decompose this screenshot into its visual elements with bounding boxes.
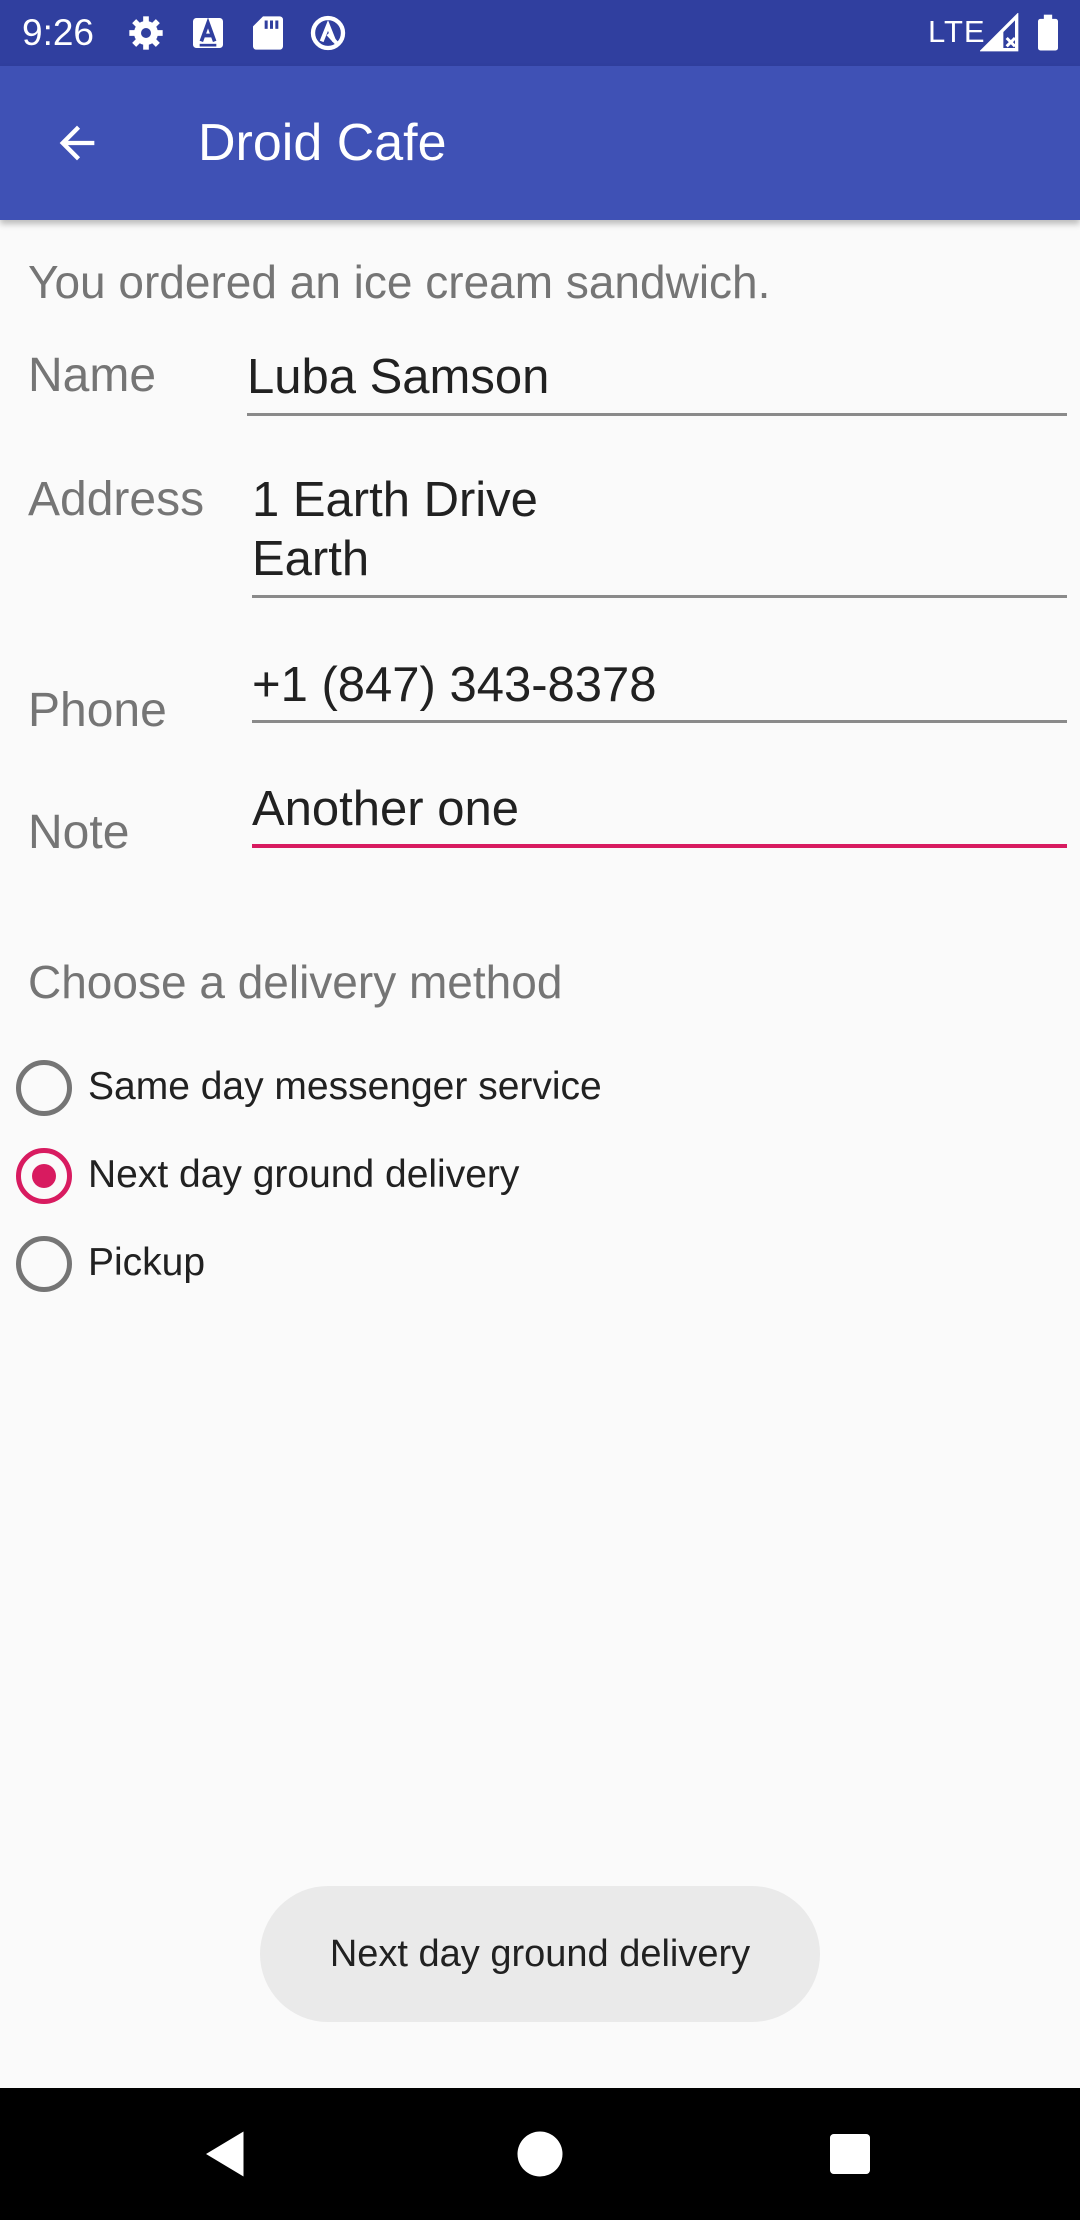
home-circle-icon [517, 2131, 563, 2177]
address-label: Address [28, 473, 205, 526]
sd-card-icon [253, 16, 283, 50]
recents-square-icon [830, 2134, 870, 2174]
phone-field[interactable] [252, 654, 1067, 716]
note-label: Note [28, 806, 130, 859]
status-time: 9:26 [22, 12, 95, 53]
radio-unchecked-icon [16, 1236, 72, 1292]
radio-next-day[interactable]: Next day ground delivery [0, 1136, 700, 1216]
radio-pickup[interactable]: Pickup [0, 1224, 700, 1304]
radio-label: Same day messenger service [88, 1065, 602, 1108]
arrow-left-icon [59, 125, 95, 161]
radio-label: Next day ground delivery [88, 1153, 520, 1196]
navigation-bar [0, 2088, 1080, 2220]
app-bar: Droid Cafe [0, 66, 1080, 220]
back-button[interactable] [34, 100, 120, 186]
address-field[interactable]: 1 Earth Drive Earth [252, 471, 1067, 593]
circle-a-icon [310, 15, 346, 51]
nav-back-button[interactable] [186, 2114, 266, 2194]
delivery-heading: Choose a delivery method [28, 956, 563, 1008]
app-title: Droid Cafe [198, 114, 447, 172]
radio-dot [32, 1164, 56, 1188]
note-field[interactable] [252, 778, 1067, 840]
nav-home-button[interactable] [500, 2114, 580, 2194]
status-bar: 9:26 LTE [0, 0, 1080, 66]
name-label: Name [28, 349, 157, 402]
radio-label: Pickup [88, 1241, 206, 1284]
toast-text: Next day ground delivery [329, 1932, 751, 1975]
toast: Next day ground delivery [260, 1886, 820, 2022]
address-underline [252, 595, 1067, 598]
order-message: You ordered an ice cream sandwich. [28, 256, 771, 308]
signal-icon [980, 13, 1019, 52]
network-type: LTE [928, 14, 986, 49]
radio-unchecked-icon [16, 1060, 72, 1116]
back-triangle-icon [206, 2131, 244, 2177]
nav-recents-button[interactable] [810, 2114, 890, 2194]
note-underline [252, 844, 1067, 848]
a-box-icon [193, 17, 223, 48]
radio-same-day[interactable]: Same day messenger service [0, 1048, 700, 1128]
phone-label: Phone [28, 684, 167, 737]
gear-icon [129, 16, 163, 50]
phone-underline [252, 720, 1067, 723]
name-underline [247, 413, 1067, 416]
name-field[interactable] [247, 346, 1067, 408]
radio-checked-icon [16, 1148, 72, 1204]
battery-icon [1038, 14, 1058, 51]
